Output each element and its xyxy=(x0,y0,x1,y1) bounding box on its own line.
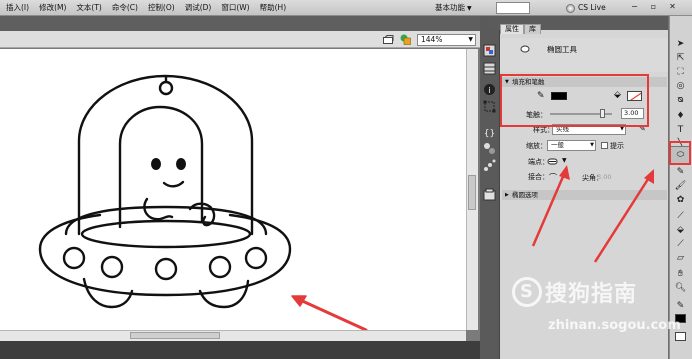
sogou-logo-icon: S xyxy=(512,277,542,307)
tab-library[interactable]: 库 xyxy=(524,24,541,34)
svg-text:i: i xyxy=(488,86,490,95)
ellipse-tool-icon xyxy=(520,45,530,53)
transform-panel-icon[interactable] xyxy=(483,100,496,113)
horizontal-scrollbar[interactable] xyxy=(0,330,466,341)
menu-debug[interactable]: 调试(D) xyxy=(181,2,218,14)
close-button[interactable]: ✕ xyxy=(665,1,680,13)
menu-commands[interactable]: 命令(C) xyxy=(108,2,144,14)
swatches-icon[interactable] xyxy=(483,62,496,75)
workspace-switcher[interactable]: 基本功能 ▼ xyxy=(435,2,472,15)
workspace-label: 基本功能 xyxy=(435,3,465,12)
horizontal-scroll-thumb[interactable] xyxy=(130,332,220,339)
free-transform-tool-icon[interactable]: ⛶ xyxy=(674,66,687,78)
hint-checkbox[interactable] xyxy=(601,142,608,149)
info-panel-icon[interactable]: i xyxy=(483,83,496,96)
watermark-brand: 搜狗指南 xyxy=(545,282,638,307)
lasso-tool-icon[interactable]: ᴓ xyxy=(674,94,687,106)
pen-tool-icon[interactable]: ♦ xyxy=(674,110,687,122)
cs-live-button[interactable]: CS Live xyxy=(566,2,606,14)
menu-text[interactable]: 文本(T) xyxy=(72,2,107,14)
watermark-url: zhinan.sogou.com xyxy=(548,318,681,333)
menu-insert[interactable]: 插入(I) xyxy=(2,2,35,14)
selection-tool-icon[interactable]: ➤ xyxy=(674,38,687,50)
ufo-alien-drawing xyxy=(38,74,368,332)
edit-symbol-icon[interactable] xyxy=(400,34,411,45)
restore-button[interactable]: ▫ xyxy=(646,1,661,13)
menu-items: 插入(I) 修改(M) 文本(T) 命令(C) 控制(O) 调试(D) 窗口(W… xyxy=(2,2,292,14)
menu-control[interactable]: 控制(O) xyxy=(144,2,181,14)
chevron-down-icon: ▼ xyxy=(467,5,472,12)
highlight-fill-stroke-box xyxy=(500,74,649,127)
panel-tabs: 属性 库 xyxy=(500,24,541,34)
tool-name: 椭圆工具 xyxy=(547,45,577,54)
edit-scene-icon[interactable] xyxy=(383,35,394,44)
zoom-select[interactable]: 144% ▼ xyxy=(417,34,476,46)
help-search-input[interactable] xyxy=(496,2,530,14)
chevron-down-icon: ▼ xyxy=(468,36,473,43)
svg-text:{}: {} xyxy=(484,129,495,139)
menu-window[interactable]: 窗口(W) xyxy=(217,2,255,14)
text-tool-icon[interactable]: T xyxy=(674,124,687,136)
zoom-value: 144% xyxy=(421,35,443,44)
code-snippets-icon[interactable]: {} xyxy=(483,126,496,139)
window-controls: − ▫ ✕ xyxy=(627,1,680,13)
cs-live-label: CS Live xyxy=(578,3,606,12)
vertical-scroll-thumb[interactable] xyxy=(468,175,476,210)
menu-help[interactable]: 帮助(H) xyxy=(256,2,293,14)
panel-dock-strip: i {} xyxy=(480,16,500,359)
minimize-button[interactable]: − xyxy=(627,1,642,13)
chevron-down-icon: ▼ xyxy=(590,142,594,148)
color-panel-icon[interactable] xyxy=(483,44,496,57)
document-tab-strip xyxy=(0,16,480,31)
components-icon[interactable] xyxy=(483,142,496,155)
tab-properties[interactable]: 属性 xyxy=(500,24,524,34)
scale-value: 一般 xyxy=(551,141,564,149)
timeline-strip xyxy=(0,341,480,359)
tool-title-row xyxy=(500,38,668,72)
stage-canvas[interactable] xyxy=(0,49,466,332)
sogou-watermark: S 搜狗指南 xyxy=(512,276,637,308)
subselection-tool-icon[interactable]: ⇱ xyxy=(674,52,687,64)
menu-modify[interactable]: 修改(M) xyxy=(35,2,72,14)
3d-rotation-tool-icon[interactable]: ◎ xyxy=(674,80,687,92)
motion-presets-icon[interactable] xyxy=(483,159,496,172)
library-panel-icon[interactable] xyxy=(483,188,496,201)
cs-live-icon xyxy=(566,3,575,13)
